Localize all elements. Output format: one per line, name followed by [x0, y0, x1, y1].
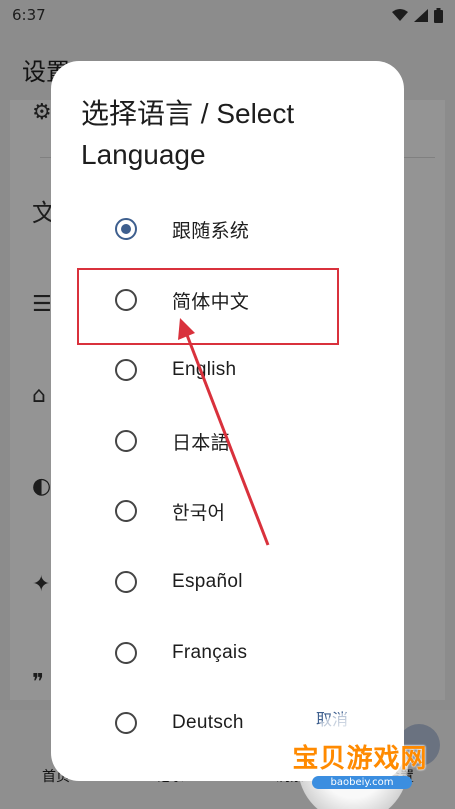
watermark-text: 宝贝游戏网 — [292, 744, 428, 774]
watermark-domain: baobeiy.com — [312, 776, 412, 789]
screen: 6:37 设置 ⚙ 文 ☰ ⌂ ◐ ✦ ❞ ⌂ 首页 — [0, 0, 455, 809]
watermark-logo: 宝贝游戏网 baobeiy.com — [280, 712, 440, 809]
annotation-arrow — [178, 318, 270, 546]
